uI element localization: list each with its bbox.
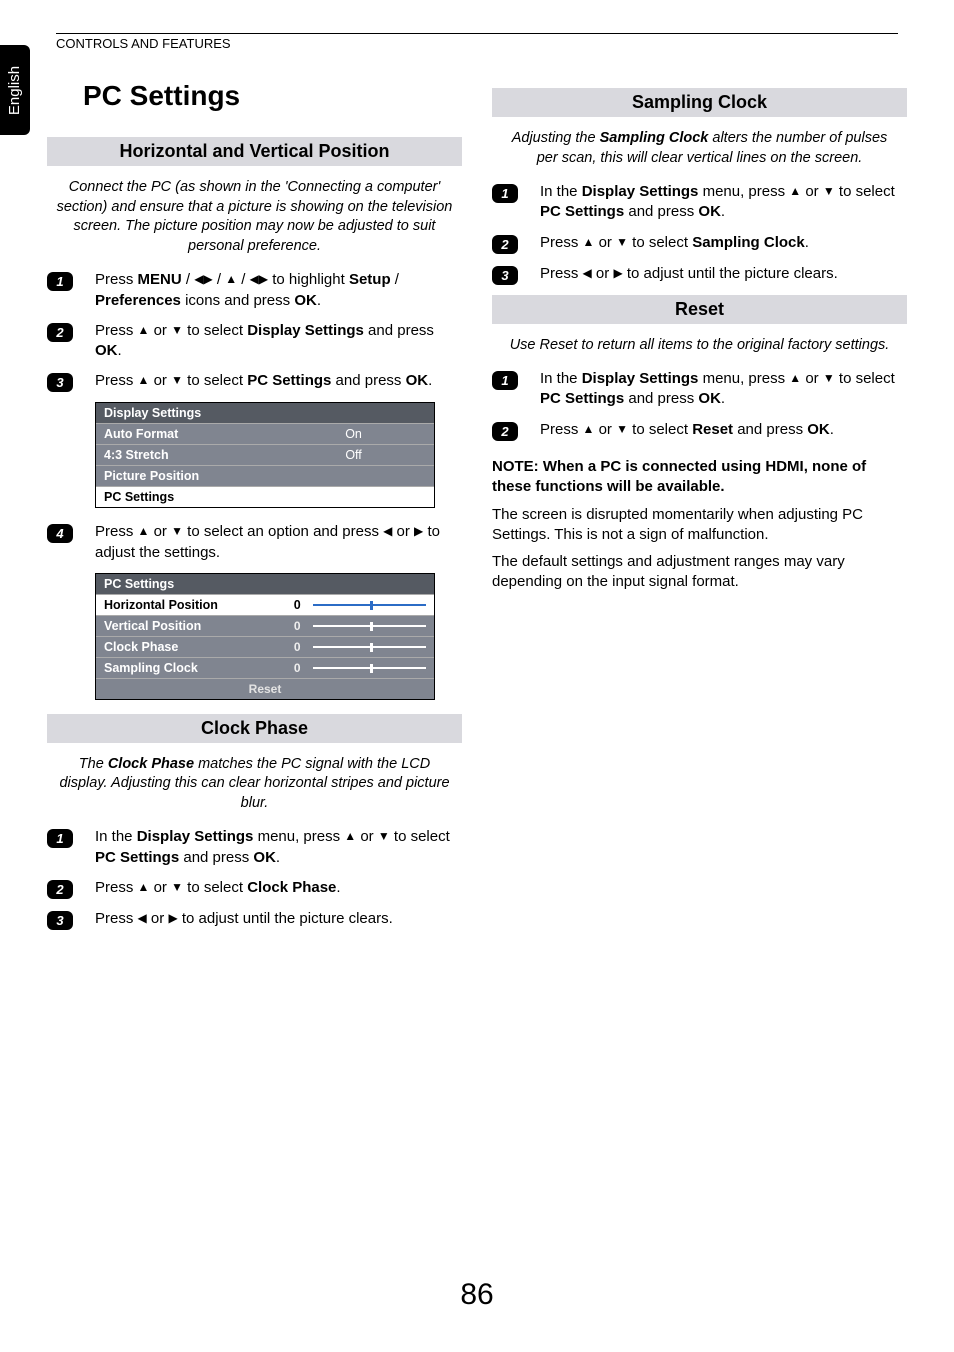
menu2-title: PC Settings xyxy=(96,574,434,594)
menu2-row-clockphase: Clock Phase0 xyxy=(96,636,434,657)
section-clockphase-title: Clock Phase xyxy=(47,714,462,743)
right-icon: ▶ xyxy=(414,523,423,539)
clockphase-step-3: 3 Press ◀ or ▶ to adjust until the pictu… xyxy=(47,909,462,930)
reset-step-2: 2 Press ▲ or ▼ to select Reset and press… xyxy=(492,420,907,441)
language-tab: English xyxy=(0,45,30,135)
pc-settings-menu: PC Settings Horizontal Position0 Vertica… xyxy=(95,573,435,700)
step-badge-1-icon: 1 xyxy=(492,184,518,203)
down-icon: ▼ xyxy=(171,372,183,388)
step-badge-3-icon: 3 xyxy=(492,266,518,285)
page-title: PC Settings xyxy=(83,80,462,112)
menu1-row-pcsettings: PC Settings xyxy=(96,486,434,507)
reset-step-2-body: Press ▲ or ▼ to select Reset and press O… xyxy=(540,420,907,440)
clockphase-step-1-body: In the Display Settings menu, press ▲ or… xyxy=(95,827,462,868)
display-settings-menu: Display Settings Auto FormatOn 4:3 Stret… xyxy=(95,402,435,508)
up-icon: ▲ xyxy=(138,372,150,388)
down-icon: ▼ xyxy=(171,523,183,539)
step-badge-3-icon: 3 xyxy=(47,373,73,392)
up-icon: ▲ xyxy=(344,828,356,844)
header-rule xyxy=(56,33,898,34)
step-badge-2-icon: 2 xyxy=(492,422,518,441)
hvpos-step-4-body: Press ▲ or ▼ to select an option and pre… xyxy=(95,522,462,563)
hvpos-step-1-body: Press MENU / ◀▶ / ▲ / ◀▶ to highlight Se… xyxy=(95,270,462,311)
page-number: 86 xyxy=(0,1278,954,1312)
right-icon: ▶ xyxy=(259,271,268,287)
samplingclock-step-2-body: Press ▲ or ▼ to select Sampling Clock. xyxy=(540,233,907,253)
down-icon: ▼ xyxy=(823,183,835,199)
step-badge-1-icon: 1 xyxy=(47,272,73,291)
menu1-row-pictureposition: Picture Position xyxy=(96,465,434,486)
menu1-title: Display Settings xyxy=(96,403,434,423)
right-icon: ▶ xyxy=(613,265,622,281)
left-icon: ◀ xyxy=(250,271,259,287)
right-icon: ▶ xyxy=(168,910,177,926)
step-badge-1-icon: 1 xyxy=(47,829,73,848)
up-icon: ▲ xyxy=(789,183,801,199)
menu2-row-samplingclock: Sampling Clock0 xyxy=(96,657,434,678)
up-icon: ▲ xyxy=(138,879,150,895)
down-icon: ▼ xyxy=(171,322,183,338)
left-icon: ◀ xyxy=(194,271,203,287)
hvpos-step-4: 4 Press ▲ or ▼ to select an option and p… xyxy=(47,522,462,563)
up-icon: ▲ xyxy=(138,322,150,338)
down-icon: ▼ xyxy=(616,421,628,437)
step-badge-2-icon: 2 xyxy=(47,323,73,342)
right-column: Sampling Clock Adjusting the Sampling Cl… xyxy=(492,80,907,940)
up-icon: ▲ xyxy=(789,370,801,386)
samplingclock-intro: Adjusting the Sampling Clock alters the … xyxy=(500,129,899,168)
left-icon: ◀ xyxy=(383,523,392,539)
menu2-row-vpos: Vertical Position0 xyxy=(96,615,434,636)
section-reset-title: Reset xyxy=(492,295,907,324)
down-icon: ▼ xyxy=(378,828,390,844)
step-badge-3-icon: 3 xyxy=(47,911,73,930)
note-body-1: The screen is disrupted momentarily when… xyxy=(492,505,907,546)
hvpos-step-1: 1 Press MENU / ◀▶ / ▲ / ◀▶ to highlight … xyxy=(47,270,462,311)
down-icon: ▼ xyxy=(823,370,835,386)
menu1-row-autoformat: Auto FormatOn xyxy=(96,423,434,444)
hvpos-step-3-body: Press ▲ or ▼ to select PC Settings and p… xyxy=(95,371,462,391)
down-icon: ▼ xyxy=(616,234,628,250)
reset-intro: Use Reset to return all items to the ori… xyxy=(500,336,899,356)
samplingclock-step-1: 1 In the Display Settings menu, press ▲ … xyxy=(492,182,907,223)
up-icon: ▲ xyxy=(583,421,595,437)
section-hvpos-title: Horizontal and Vertical Position xyxy=(47,137,462,166)
clockphase-step-2: 2 Press ▲ or ▼ to select Clock Phase. xyxy=(47,878,462,899)
reset-step-1-body: In the Display Settings menu, press ▲ or… xyxy=(540,369,907,410)
left-icon: ◀ xyxy=(583,265,592,281)
left-icon: ◀ xyxy=(138,910,147,926)
clockphase-step-2-body: Press ▲ or ▼ to select Clock Phase. xyxy=(95,878,462,898)
right-icon: ▶ xyxy=(203,271,212,287)
reset-step-1: 1 In the Display Settings menu, press ▲ … xyxy=(492,369,907,410)
samplingclock-step-2: 2 Press ▲ or ▼ to select Sampling Clock. xyxy=(492,233,907,254)
menu1-row-43stretch: 4:3 StretchOff xyxy=(96,444,434,465)
up-icon: ▲ xyxy=(583,234,595,250)
hvpos-intro: Connect the PC (as shown in the 'Connect… xyxy=(55,178,454,256)
clockphase-step-1: 1 In the Display Settings menu, press ▲ … xyxy=(47,827,462,868)
samplingclock-step-1-body: In the Display Settings menu, press ▲ or… xyxy=(540,182,907,223)
up-icon: ▲ xyxy=(225,271,237,287)
down-icon: ▼ xyxy=(171,879,183,895)
clockphase-intro: The Clock Phase matches the PC signal wi… xyxy=(55,755,454,814)
header-section: CONTROLS AND FEATURES xyxy=(56,36,231,51)
note-heading: NOTE: When a PC is connected using HDMI,… xyxy=(492,457,907,498)
clockphase-step-3-body: Press ◀ or ▶ to adjust until the picture… xyxy=(95,909,462,929)
note-body-2: The default settings and adjustment rang… xyxy=(492,552,907,593)
step-badge-2-icon: 2 xyxy=(47,880,73,899)
language-tab-label: English xyxy=(7,65,24,114)
up-icon: ▲ xyxy=(138,523,150,539)
samplingclock-step-3-body: Press ◀ or ▶ to adjust until the picture… xyxy=(540,264,907,284)
step-badge-4-icon: 4 xyxy=(47,524,73,543)
menu2-row-reset: Reset xyxy=(96,678,434,699)
step-badge-1-icon: 1 xyxy=(492,371,518,390)
step-badge-2-icon: 2 xyxy=(492,235,518,254)
section-samplingclock-title: Sampling Clock xyxy=(492,88,907,117)
hvpos-step-3: 3 Press ▲ or ▼ to select PC Settings and… xyxy=(47,371,462,392)
left-column: PC Settings Horizontal and Vertical Posi… xyxy=(47,80,462,940)
hvpos-step-2: 2 Press ▲ or ▼ to select Display Setting… xyxy=(47,321,462,362)
samplingclock-step-3: 3 Press ◀ or ▶ to adjust until the pictu… xyxy=(492,264,907,285)
hvpos-step-2-body: Press ▲ or ▼ to select Display Settings … xyxy=(95,321,462,362)
menu2-row-hpos: Horizontal Position0 xyxy=(96,594,434,615)
